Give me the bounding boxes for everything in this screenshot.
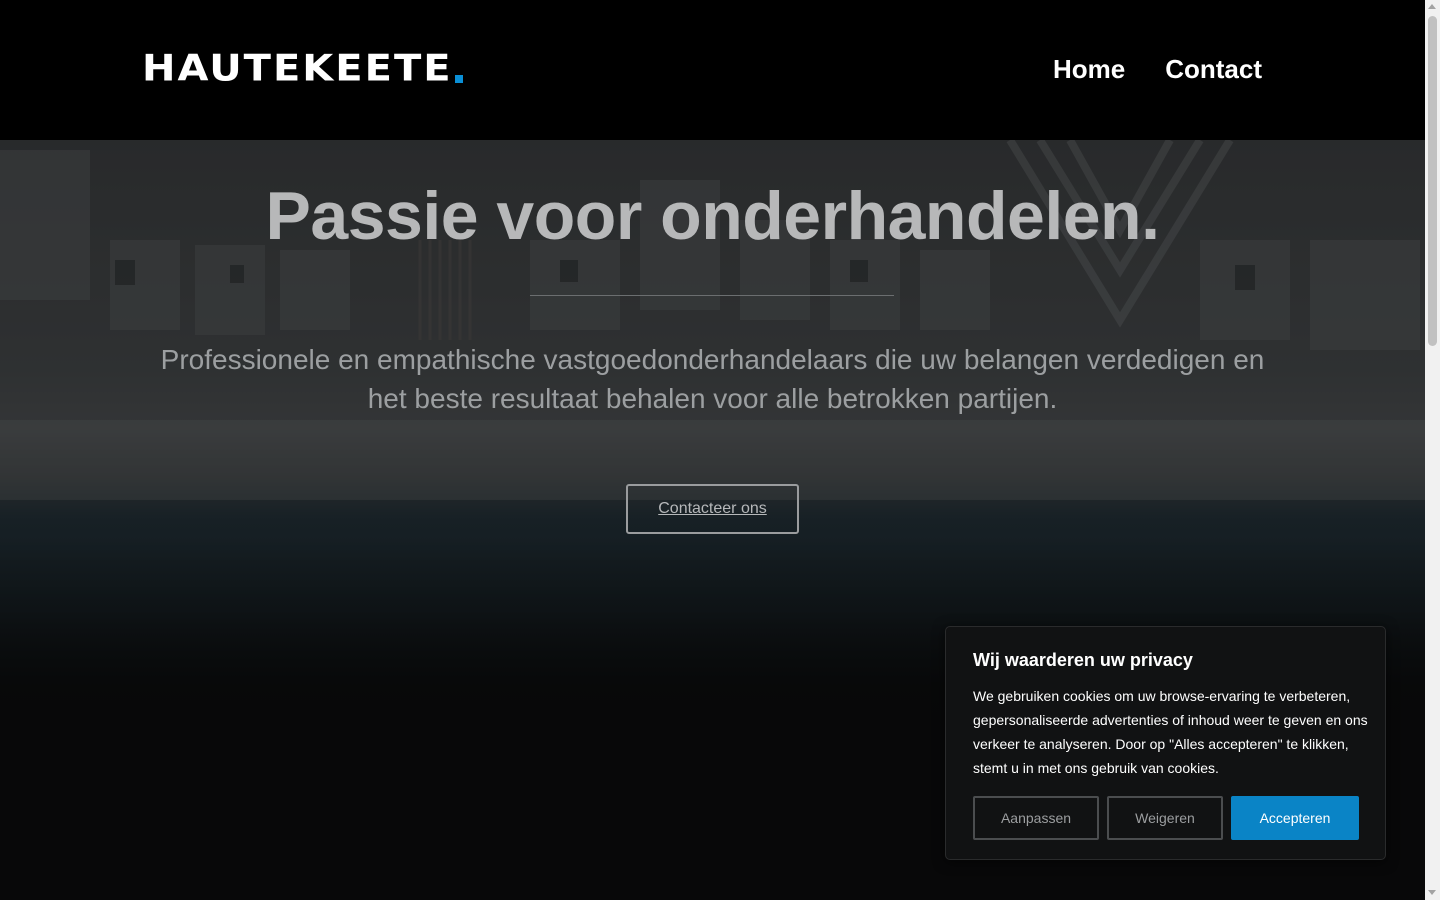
main-nav: Home Contact <box>1053 52 1262 86</box>
site-header: HAUTEKEETE Home Contact <box>0 0 1425 140</box>
scroll-down-arrow-icon[interactable] <box>1428 890 1436 895</box>
nav-link-home[interactable]: Home <box>1053 52 1125 86</box>
cookie-reject-button[interactable]: Weigeren <box>1107 796 1223 840</box>
hero-title: Passie voor onderhandelen. <box>265 178 1160 254</box>
page-scrollbar[interactable] <box>1425 0 1440 900</box>
scrollbar-thumb[interactable] <box>1428 16 1437 346</box>
cookie-banner-text: We gebruiken cookies om uw browse-ervari… <box>973 688 1368 776</box>
hero-divider <box>530 295 894 296</box>
cookie-consent-banner: Wij waarderen uw privacy We gebruiken co… <box>945 626 1386 860</box>
logo-accent-dot <box>454 75 463 83</box>
logo-text: HAUTEKEETE <box>142 47 453 90</box>
page: HAUTEKEETE Home Contact Passie voor onde… <box>0 0 1440 900</box>
cookie-accept-button[interactable]: Accepteren <box>1231 796 1359 840</box>
scroll-up-arrow-icon[interactable] <box>1428 4 1436 9</box>
hero-subtitle: Professionele en empathische vastgoedond… <box>160 344 1265 414</box>
nav-link-contact[interactable]: Contact <box>1165 52 1262 86</box>
contact-us-button[interactable]: Contacteer ons <box>626 484 799 534</box>
cookie-customize-button[interactable]: Aanpassen <box>973 796 1099 840</box>
cookie-banner-title: Wij waarderen uw privacy <box>973 650 1193 670</box>
site-logo[interactable]: HAUTEKEETE <box>142 50 463 90</box>
